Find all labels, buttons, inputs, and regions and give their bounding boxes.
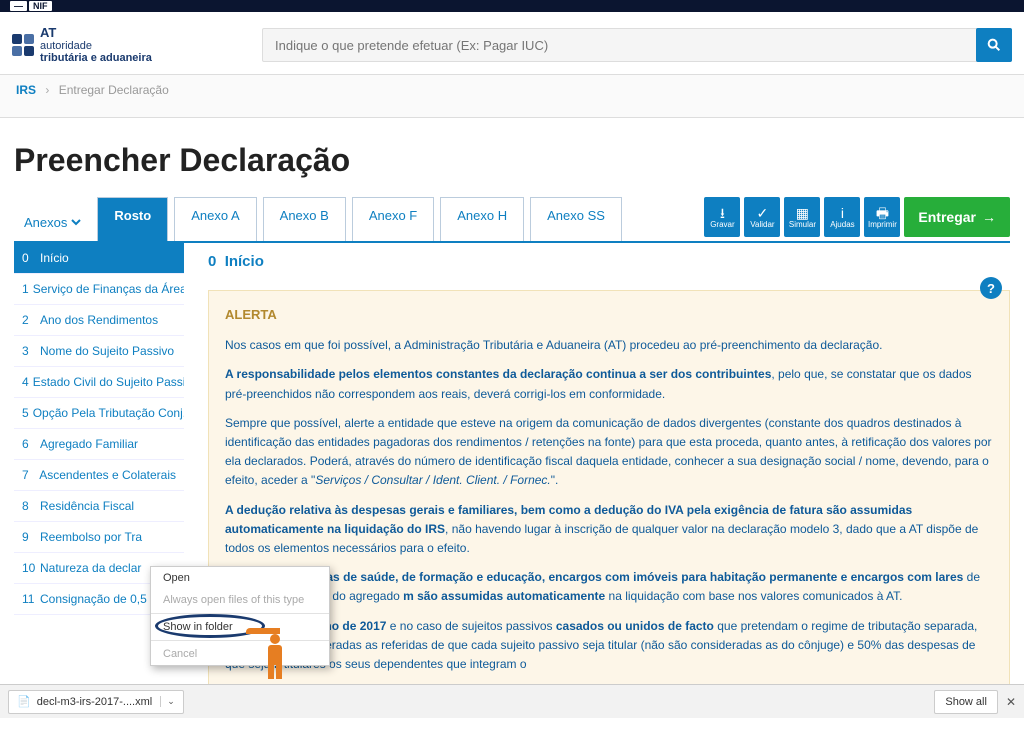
breadcrumb-separator: › <box>45 83 49 97</box>
alert-p5: elativas às despesas de saúde, de formaç… <box>225 568 993 606</box>
side-item-servico-financas[interactable]: 1Serviço de Finanças da Área... <box>14 274 184 305</box>
topbar-indicator-2: NIF <box>29 1 52 11</box>
tab-anexo-b[interactable]: Anexo B <box>263 197 346 241</box>
context-open[interactable]: Open <box>151 567 329 589</box>
search-input[interactable] <box>262 28 1012 62</box>
tabs-row: Anexos Rosto Anexo A Anexo B Anexo F Ane… <box>14 197 1010 243</box>
side-item-ascendentes[interactable]: 7Ascendentes e Colaterais <box>14 460 184 491</box>
tab-anexo-ss[interactable]: Anexo SS <box>530 197 622 241</box>
show-all-button[interactable]: Show all <box>934 690 998 714</box>
anexos-dropdown[interactable]: Anexos <box>14 197 91 241</box>
alert-p4: A dedução relativa às despesas gerais e … <box>225 501 993 559</box>
toolbar: ⭳Gravar ✓Validar ▦Simular iAjudas 🖶Impri… <box>704 197 1010 241</box>
download-icon: ⭳ <box>720 206 725 220</box>
chevron-down-icon[interactable]: ⌄ <box>160 696 175 707</box>
search-bar <box>262 28 1012 62</box>
breadcrumb: IRS › Entregar Declaração <box>0 74 1024 118</box>
breadcrumb-root[interactable]: IRS <box>16 83 36 97</box>
side-item-agregado-familiar[interactable]: 6Agregado Familiar <box>14 429 184 460</box>
logo-text: AT autoridade tributária e aduaneira <box>40 26 152 64</box>
window-top-bar: ― NIF <box>0 0 1024 12</box>
search-icon <box>986 37 1002 53</box>
context-show-in-folder[interactable]: Show in folder <box>151 616 329 638</box>
entregar-button[interactable]: Entregar → <box>904 197 1010 237</box>
close-download-bar[interactable]: ✕ <box>1006 695 1016 709</box>
side-item-nome-sujeito[interactable]: 3Nome do Sujeito Passivo <box>14 336 184 367</box>
logo-icon <box>12 34 34 56</box>
context-cancel: Cancel <box>151 643 329 665</box>
section-title: 0 Início <box>208 253 1010 270</box>
download-chip[interactable]: 📄 decl-m3-irs-2017-....xml ⌄ <box>8 690 184 714</box>
logo[interactable]: AT autoridade tributária e aduaneira <box>12 26 262 64</box>
validar-button[interactable]: ✓Validar <box>744 197 780 237</box>
topbar-indicator-1: ― <box>10 1 27 11</box>
simular-button[interactable]: ▦Simular <box>784 197 820 237</box>
alert-p2: A responsabilidade pelos elementos const… <box>225 365 993 403</box>
tab-anexo-a[interactable]: Anexo A <box>174 197 256 241</box>
chevron-down-icon <box>71 217 81 227</box>
side-item-residencia-fiscal[interactable]: 8Residência Fiscal <box>14 491 184 522</box>
side-item-inicio[interactable]: 0Início <box>14 243 184 274</box>
breadcrumb-current: Entregar Declaração <box>59 83 169 97</box>
page-title: Preencher Declaração <box>14 142 1010 179</box>
anexos-label: Anexos <box>24 215 67 230</box>
print-icon: 🖶 <box>876 206 889 220</box>
file-icon: 📄 <box>17 695 31 708</box>
imprimir-button[interactable]: 🖶Imprimir <box>864 197 900 237</box>
info-icon: i <box>841 206 844 220</box>
side-item-ano-rendimentos[interactable]: 2Ano dos Rendimentos <box>14 305 184 336</box>
download-context-menu: Open Always open files of this type Show… <box>150 566 330 666</box>
side-item-reembolso[interactable]: 9Reembolso por Tra <box>14 522 184 553</box>
alert-p3: Sempre que possível, alerte a entidade q… <box>225 414 993 491</box>
site-header: AT autoridade tributária e aduaneira <box>0 12 1024 74</box>
ajudas-button[interactable]: iAjudas <box>824 197 860 237</box>
arrow-right-icon: → <box>982 209 996 225</box>
context-always-open: Always open files of this type <box>151 589 329 611</box>
calculator-icon: ▦ <box>796 206 809 220</box>
check-icon: ✓ <box>757 206 769 220</box>
alert-title: ALERTA <box>225 305 993 326</box>
download-filename: decl-m3-irs-2017-....xml <box>37 696 153 708</box>
search-button[interactable] <box>976 28 1012 62</box>
tab-anexo-h[interactable]: Anexo H <box>440 197 524 241</box>
alert-p6: relativamente ao ano de 2017 e no caso d… <box>225 617 993 675</box>
side-item-opcao-tributacao[interactable]: 5Opção Pela Tributação Conj... <box>14 398 184 429</box>
browser-download-bar: 📄 decl-m3-irs-2017-....xml ⌄ Show all ✕ <box>0 684 1024 718</box>
gravar-button[interactable]: ⭳Gravar <box>704 197 740 237</box>
tab-anexo-f[interactable]: Anexo F <box>352 197 434 241</box>
side-item-estado-civil[interactable]: 4Estado Civil do Sujeito Passi... <box>14 367 184 398</box>
tab-rosto[interactable]: Rosto <box>97 197 168 241</box>
annotation-pointer-icon <box>258 624 292 679</box>
alert-p1: Nos casos em que foi possível, a Adminis… <box>225 336 993 355</box>
